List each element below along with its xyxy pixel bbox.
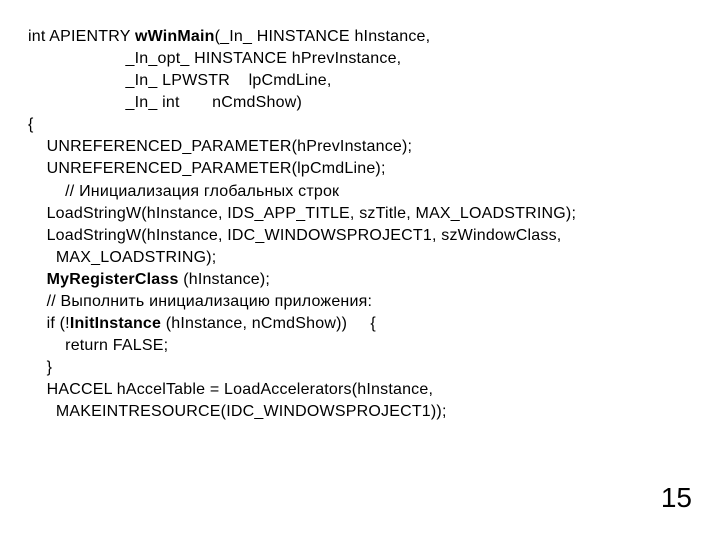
page-number: 15 <box>661 482 692 514</box>
code-line: _In_ LPWSTR lpCmdLine, <box>28 70 692 92</box>
code-text: (hInstance); <box>179 271 271 288</box>
code-line: // Инициализация глобальных строк <box>28 181 692 203</box>
code-line: LoadStringW(hInstance, IDC_WINDOWSPROJEC… <box>28 225 692 269</box>
code-line: _In_ int nCmdShow) <box>28 92 692 114</box>
fn-name: wWinMain <box>135 28 215 45</box>
code-text: if (! <box>28 315 70 332</box>
code-line: HACCEL hAccelTable = LoadAccelerators(hI… <box>28 379 692 423</box>
code-text: (_In_ HINSTANCE hInstance, <box>215 28 431 45</box>
code-line: if (!InitInstance (hInstance, nCmdShow))… <box>28 313 692 335</box>
code-line: _In_opt_ HINSTANCE hPrevInstance, <box>28 48 692 70</box>
fn-name: MyRegisterClass <box>47 271 179 288</box>
code-block: int APIENTRY wWinMain(_In_ HINSTANCE hIn… <box>28 26 692 423</box>
code-line: } <box>28 357 692 379</box>
code-line: return FALSE; <box>28 335 692 357</box>
slide: int APIENTRY wWinMain(_In_ HINSTANCE hIn… <box>0 0 720 540</box>
fn-name: InitInstance <box>70 315 161 332</box>
code-line: int APIENTRY wWinMain(_In_ HINSTANCE hIn… <box>28 26 692 48</box>
code-text: (hInstance, nCmdShow)) { <box>161 315 376 332</box>
code-text <box>28 271 47 288</box>
code-line: // Выполнить инициализацию приложения: <box>28 291 692 313</box>
code-text: int APIENTRY <box>28 28 135 45</box>
code-line: UNREFERENCED_PARAMETER(lpCmdLine); <box>28 158 692 180</box>
code-line: UNREFERENCED_PARAMETER(hPrevInstance); <box>28 136 692 158</box>
code-line: MyRegisterClass (hInstance); <box>28 269 692 291</box>
code-line: { <box>28 114 692 136</box>
code-line: LoadStringW(hInstance, IDS_APP_TITLE, sz… <box>28 203 692 225</box>
